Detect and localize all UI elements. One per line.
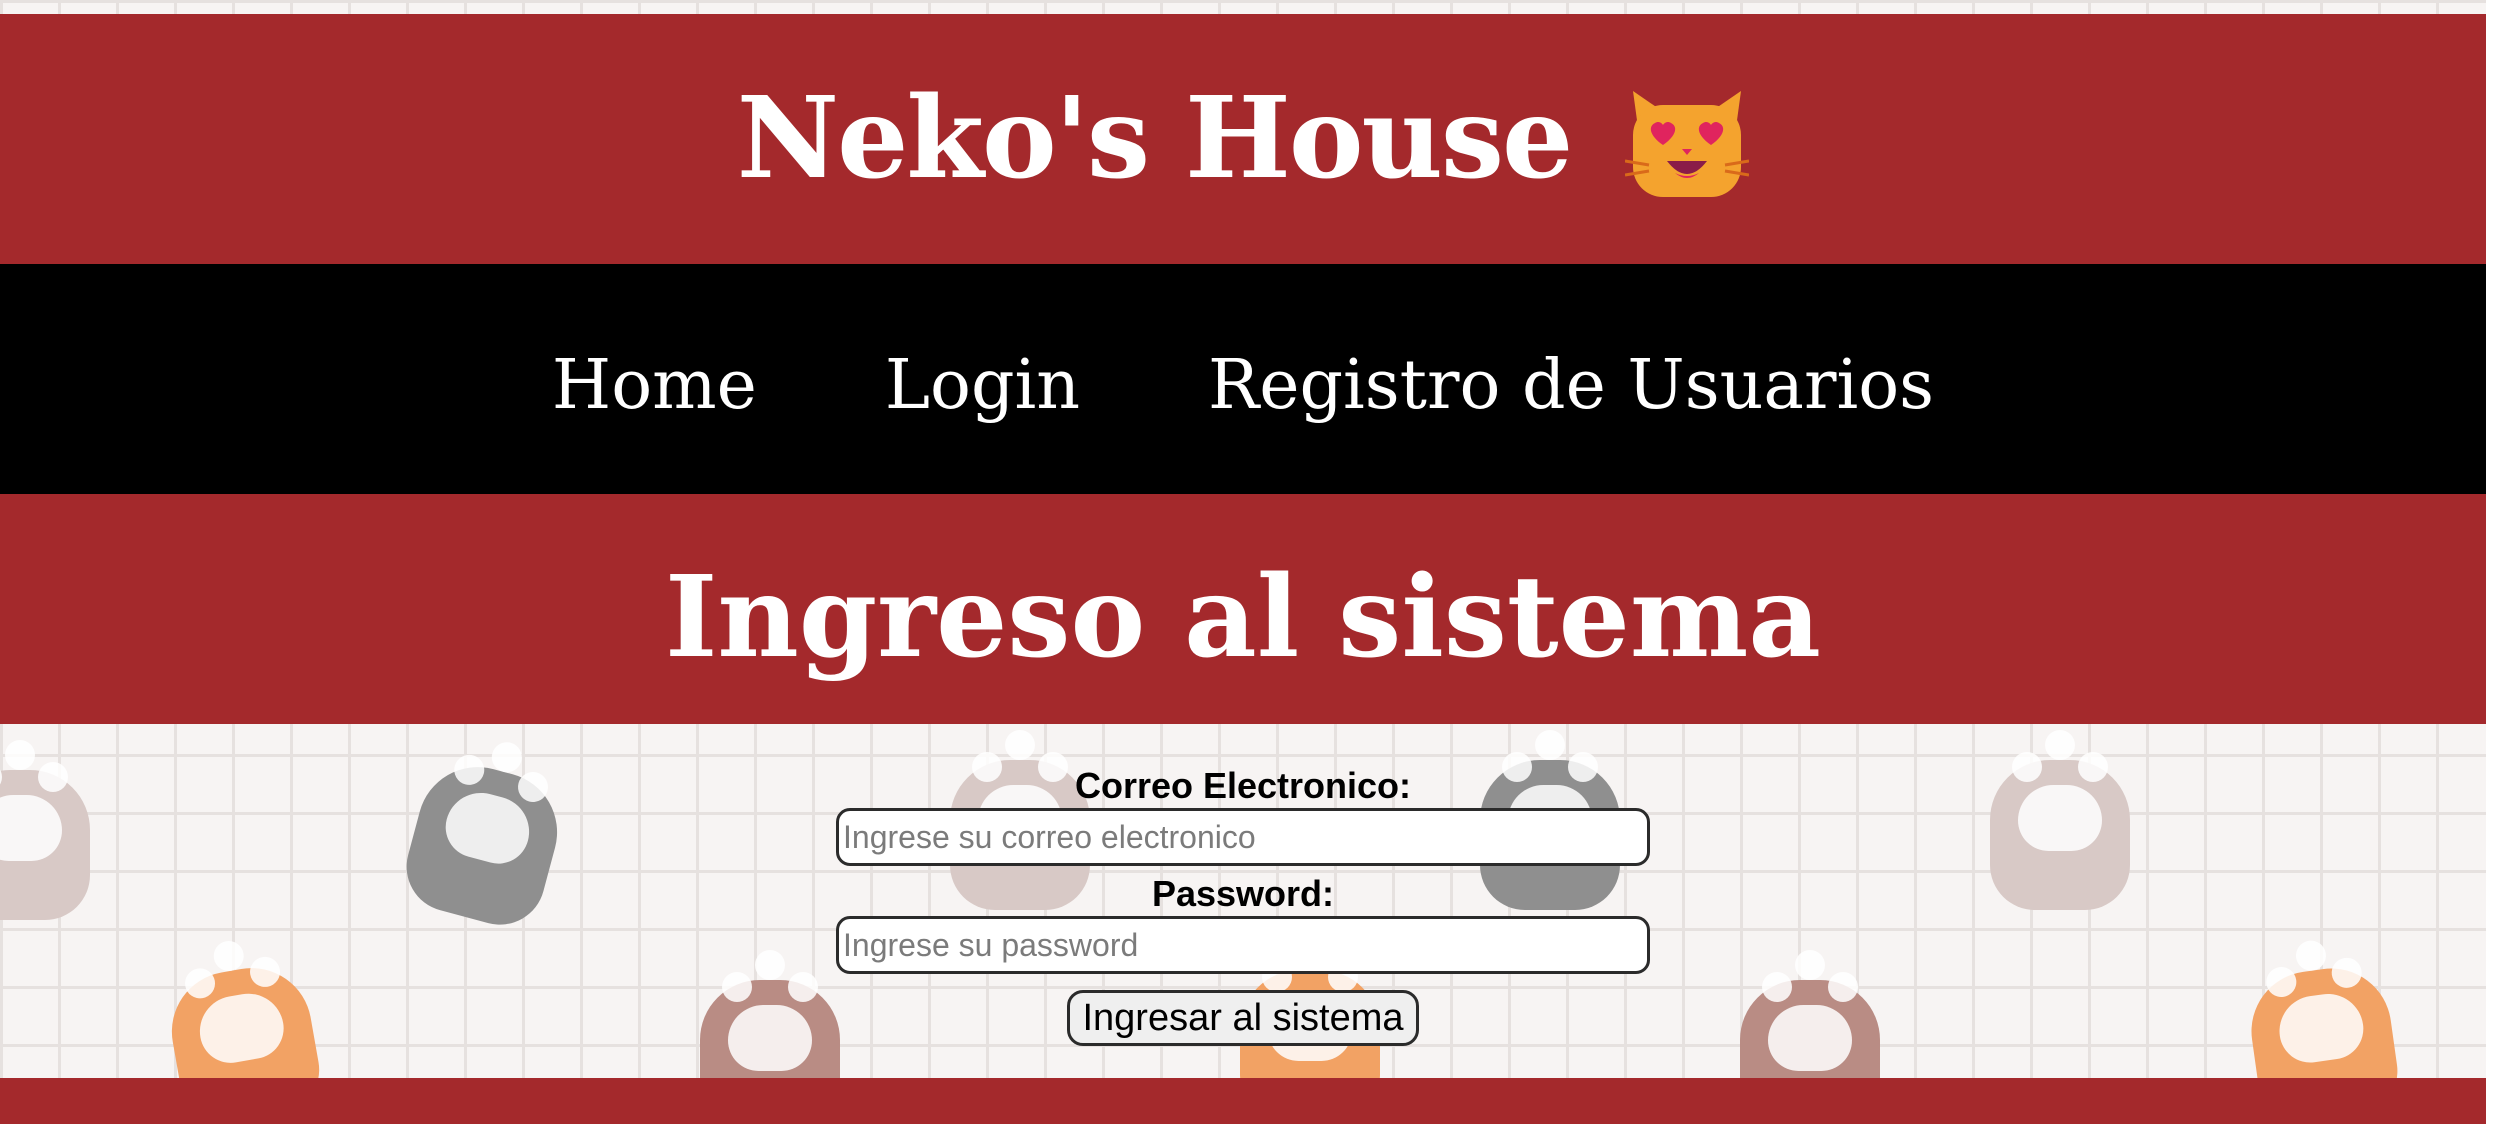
nav-link-login[interactable]: Login (885, 346, 1080, 425)
scrollbar-edge (2486, 0, 2496, 1124)
email-field[interactable] (836, 808, 1650, 866)
nav-link-home[interactable]: Home (552, 346, 757, 425)
site-title: Neko's House (737, 73, 1750, 206)
page-title: Ingreso al sistema (665, 551, 1821, 683)
paw-print-icon (0, 700, 110, 940)
site-title-text: Neko's House (736, 72, 1574, 204)
login-form: Correo Electronico: Password: Ingresar a… (836, 764, 1650, 1046)
login-submit-button[interactable]: Ingresar al sistema (1067, 990, 1419, 1046)
top-strip (0, 0, 2496, 14)
site-header: Neko's House (0, 14, 2486, 264)
email-label: Correo Electronico: (1074, 765, 1412, 806)
paw-print-icon (1970, 690, 2150, 930)
main-nav: Home Login Registro de Usuarios (0, 264, 2486, 494)
smiling-cat-heart-eyes-icon (1625, 83, 1750, 199)
password-field[interactable] (836, 916, 1650, 974)
site-footer (0, 1078, 2486, 1124)
password-label: Password: (1151, 873, 1335, 914)
page-title-banner: Ingreso al sistema (0, 494, 2486, 724)
nav-link-registro-usuarios[interactable]: Registro de Usuarios (1208, 346, 1934, 425)
